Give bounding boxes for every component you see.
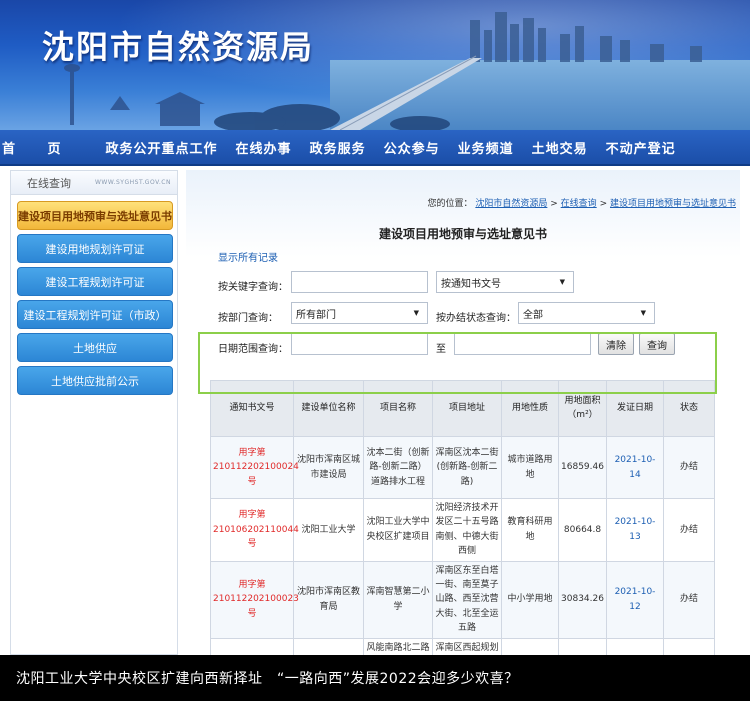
page-body: 在线查询 WWW.SYGHST.GOV.CN 建设项目用地预审与选址意见书 建设… xyxy=(0,166,750,667)
cell-name: 沈阳工业大学中央校区扩建项目 xyxy=(363,498,433,562)
results-table: 通知书文号 建设单位名称 项目名称 项目地址 用地性质 用地面积（m²） 发证日… xyxy=(210,380,715,667)
cell-addr: 沈阳经济技术开发区二十五号路南侧、中德大街西侧 xyxy=(432,498,502,562)
sidebar-header: 在线查询 WWW.SYGHST.GOV.CN xyxy=(11,171,177,195)
cell-addr: 浑南区东至白塔一街、南至莫子山路、西至沈营大街、北至全运五路 xyxy=(432,560,502,639)
status-select[interactable]: 全部 ▼ xyxy=(518,302,655,324)
breadcrumb-sep: > xyxy=(550,199,558,209)
sidebar: 在线查询 WWW.SYGHST.GOV.CN 建设项目用地预审与选址意见书 建设… xyxy=(10,170,178,655)
dept-value: 所有部门 xyxy=(296,309,336,321)
image-caption: 沈阳工业大学中央校区扩建向西新择址 “一路向西”发展2022会迎多少欢喜？ xyxy=(0,655,750,701)
sidebar-item-construction-permit-municipal[interactable]: 建设工程规划许可证（市政） xyxy=(17,300,173,329)
keyword-input[interactable] xyxy=(291,271,428,293)
breadcrumb-online-query[interactable]: 在线查询 xyxy=(561,199,597,209)
cell-area: 80664.8 xyxy=(558,498,607,562)
breadcrumb-home[interactable]: 沈阳市自然资源局 xyxy=(475,199,547,209)
cell-unit: 沈阳市浑南区教育局 xyxy=(293,560,364,639)
keyword-label: 按关键字查询： xyxy=(218,282,288,293)
col-header-date: 发证日期 xyxy=(606,380,664,437)
header-banner: 沈阳市自然资源局 xyxy=(0,0,750,130)
cell-area: 30834.26 xyxy=(558,560,607,639)
date-to-input[interactable] xyxy=(454,333,591,355)
sidebar-url: WWW.SYGHST.GOV.CN xyxy=(94,179,171,186)
sidebar-item-land-preexam[interactable]: 建设项目用地预审与选址意见书 xyxy=(17,201,173,230)
cell-date: 2021-10-14 xyxy=(606,436,664,499)
cell-no[interactable]: 用字第210106202110044号 xyxy=(210,498,299,562)
nav-gov-service[interactable]: 政务服务 xyxy=(301,138,375,157)
cell-addr: 浑南区沈本二街(创新路-创新二路) xyxy=(432,436,502,499)
col-header-use: 用地性质 xyxy=(501,380,559,437)
nav-business-channel[interactable]: 业务频道 xyxy=(449,138,523,157)
col-header-unit: 建设单位名称 xyxy=(293,380,364,437)
cell-no[interactable]: 用字第210112202100023号 xyxy=(210,560,299,639)
nav-public-participation[interactable]: 公众参与 xyxy=(375,138,449,157)
cell-use: 中小学用地 xyxy=(501,560,559,639)
sidebar-item-land-supply-announcement[interactable]: 土地供应批前公示 xyxy=(17,366,173,395)
col-header-area: 用地面积（m²） xyxy=(558,380,607,437)
cell-date: 2021-10-12 xyxy=(606,560,664,639)
nav-real-estate[interactable]: 不动产登记 xyxy=(597,138,685,157)
breadcrumb: 您的位置： 沈阳市自然资源局 > 在线查询 > 建设项目用地预审与选址意见书 xyxy=(427,196,736,209)
nav-home[interactable]: 首 页 xyxy=(0,138,97,157)
sidebar-title: 在线查询 xyxy=(27,176,71,190)
cell-name: 浑南智慧第二小学 xyxy=(363,560,433,639)
sidebar-item-construction-permit[interactable]: 建设工程规划许可证 xyxy=(17,267,173,296)
sidebar-item-land-supply[interactable]: 土地供应 xyxy=(17,333,173,362)
site-title: 沈阳市自然资源局 xyxy=(42,28,315,66)
cell-status: 办结 xyxy=(663,498,715,562)
cell-status: 办结 xyxy=(663,560,715,639)
dept-label: 按部门查询： xyxy=(218,313,278,324)
cell-area: 16859.46 xyxy=(558,436,607,499)
dept-select[interactable]: 所有部门 ▼ xyxy=(291,302,428,324)
cell-unit: 沈阳市浑南区城市建设局 xyxy=(293,436,364,499)
table-row[interactable]: 用字第210106202110044号 沈阳工业大学 沈阳工业大学中央校区扩建项… xyxy=(210,498,715,562)
main-content: 您的位置： 沈阳市自然资源局 > 在线查询 > 建设项目用地预审与选址意见书 建… xyxy=(186,170,740,667)
cell-no[interactable]: 用字第210112202100024号 xyxy=(210,436,299,499)
show-all-link[interactable]: 显示所有记录 xyxy=(218,249,278,264)
cell-use: 教育科研用地 xyxy=(501,498,559,562)
col-header-name: 项目名称 xyxy=(363,380,433,437)
chevron-down-icon: ▼ xyxy=(640,309,646,317)
keyword-type-select[interactable]: 按通知书文号 ▼ xyxy=(436,271,574,293)
status-label: 按办结状态查询： xyxy=(436,313,516,324)
main-nav: 首 页 政务公开重点工作 在线办事 政务服务 公众参与 业务频道 土地交易 不动… xyxy=(0,130,750,166)
col-header-addr: 项目地址 xyxy=(432,380,502,437)
page-title: 建设项目用地预审与选址意见书 xyxy=(378,227,547,241)
breadcrumb-sep: > xyxy=(599,199,608,209)
table-row[interactable]: 用字第210112202100023号 沈阳市浑南区教育局 浑南智慧第二小学 浑… xyxy=(210,560,715,639)
nav-gov-affairs[interactable]: 政务公开重点工作 xyxy=(97,138,227,157)
date-to-label: 至 xyxy=(436,344,446,355)
table-header-row: 通知书文号 建设单位名称 项目名称 项目地址 用地性质 用地面积（m²） 发证日… xyxy=(210,380,715,437)
nav-land-trading[interactable]: 土地交易 xyxy=(523,138,597,157)
nav-online-service[interactable]: 在线办事 xyxy=(227,138,301,157)
col-header-no: 通知书文号 xyxy=(210,380,294,437)
cell-date: 2021-10-13 xyxy=(606,498,664,562)
date-label: 日期范围查询： xyxy=(218,344,288,355)
date-from-input[interactable] xyxy=(291,333,428,355)
status-value: 全部 xyxy=(523,309,543,321)
sidebar-item-land-planning-permit[interactable]: 建设用地规划许可证 xyxy=(17,234,173,263)
col-header-status: 状态 xyxy=(663,380,715,437)
cell-name: 沈本二街（创新路-创新二路）道路排水工程 xyxy=(363,436,433,499)
breadcrumb-current[interactable]: 建设项目用地预审与选址意见书 xyxy=(610,199,736,209)
search-button[interactable]: 查询 xyxy=(639,333,675,355)
chevron-down-icon: ▼ xyxy=(559,278,565,286)
breadcrumb-prefix: 您的位置： xyxy=(427,199,473,209)
chevron-down-icon: ▼ xyxy=(413,309,419,317)
cell-unit: 沈阳工业大学 xyxy=(293,498,364,562)
cell-status: 办结 xyxy=(663,436,715,499)
clear-button[interactable]: 清除 xyxy=(598,333,634,355)
table-row[interactable]: 用字第210112202100024号 沈阳市浑南区城市建设局 沈本二街（创新路… xyxy=(210,436,715,499)
keyword-type-value: 按通知书文号 xyxy=(441,278,501,290)
cell-use: 城市道路用地 xyxy=(501,436,559,499)
